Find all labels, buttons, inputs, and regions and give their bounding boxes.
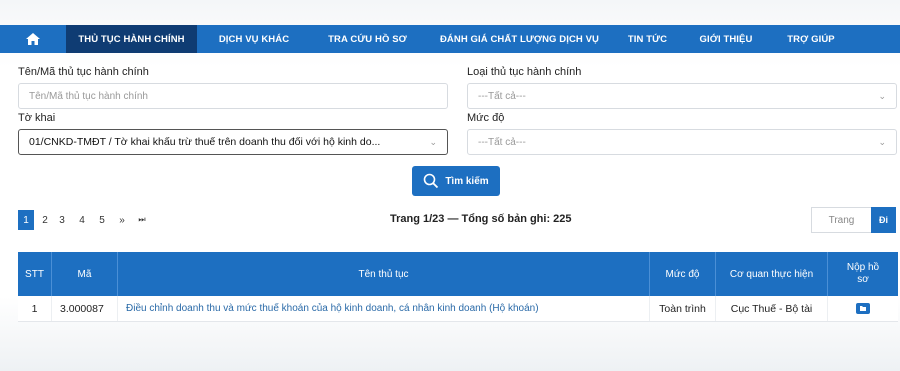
procedure-type-value: ---Tất cả--- [478, 90, 526, 102]
home-button[interactable] [0, 25, 66, 53]
nav-item-administrative-procedures[interactable]: THỦ TỤC HÀNH CHÍNH [66, 25, 197, 53]
nav-item-help[interactable]: TRỢ GIÚP [772, 25, 850, 53]
page-3[interactable]: 3 [52, 210, 72, 230]
table-header: STT Mã Tên thủ tục Mức độ Cơ quan thực h… [18, 252, 898, 296]
header-name: Tên thủ tục [118, 252, 650, 296]
pagination: 1 2 3 4 5 » ⏭ [18, 210, 152, 230]
nav-item-other-services[interactable]: DỊCH VỤ KHÁC [197, 25, 311, 53]
header-submit: Nộp hồ sơ [846, 261, 880, 286]
procedure-name-label: Tên/Mã thủ tục hành chính [18, 66, 149, 78]
procedure-type-select[interactable]: ---Tất cả--- ⌄ [467, 83, 897, 109]
header-stt: STT [18, 252, 52, 296]
chevron-down-icon: ⌄ [878, 90, 886, 101]
level-value: ---Tất cả--- [478, 136, 526, 148]
page-1[interactable]: 1 [18, 210, 34, 230]
top-navigation: THỦ TỤC HÀNH CHÍNH DỊCH VỤ KHÁC TRA CỨU … [0, 25, 900, 53]
row-procedure-link[interactable]: Điều chỉnh doanh thu và mức thuế khoán c… [118, 296, 650, 321]
chevron-down-icon: ⌄ [878, 136, 886, 147]
record-summary: Trang 1/23 — Tổng số bản ghi: 225 [390, 213, 572, 225]
nav-item-service-quality[interactable]: ĐÁNH GIÁ CHẤT LƯỢNG DỊCH VỤ [424, 25, 615, 53]
chevron-down-icon: ⌄ [429, 136, 437, 147]
level-label: Mức độ [467, 112, 505, 124]
header-agency: Cơ quan thực hiện [716, 252, 828, 296]
goto-page: Trang Đi [811, 207, 896, 233]
goto-page-input[interactable]: Trang [811, 207, 871, 233]
declaration-label: Tờ khai [18, 112, 56, 124]
page-4[interactable]: 4 [72, 210, 92, 230]
nav-item-lookup-records[interactable]: TRA CỨU HỒ SƠ [311, 25, 424, 53]
declaration-value: 01/CNKD-TMĐT / Tờ khai khấu trừ thuế trê… [29, 136, 381, 148]
search-icon [424, 173, 439, 189]
page-2[interactable]: 2 [38, 210, 52, 230]
next-page-button[interactable]: » [112, 210, 132, 230]
search-button[interactable]: Tìm kiếm [412, 166, 500, 196]
header-code: Mã [52, 252, 118, 296]
row-submit-button[interactable] [828, 296, 898, 321]
declaration-select[interactable]: 01/CNKD-TMĐT / Tờ khai khấu trừ thuế trê… [18, 129, 448, 155]
nav-item-about[interactable]: GIỚI THIỆU [680, 25, 772, 53]
row-stt: 1 [18, 296, 52, 321]
procedure-type-label: Loại thủ tục hành chính [467, 66, 582, 78]
nav-item-news[interactable]: TIN TỨC [615, 25, 680, 53]
table-row: 1 3.000087 Điều chỉnh doanh thu và mức t… [18, 296, 898, 322]
goto-page-button[interactable]: Đi [871, 207, 896, 233]
row-level: Toàn trình [650, 296, 716, 321]
search-button-label: Tìm kiếm [445, 175, 489, 187]
procedures-table: STT Mã Tên thủ tục Mức độ Cơ quan thực h… [18, 252, 898, 322]
row-code: 3.000087 [52, 296, 118, 321]
header-level: Mức độ [650, 252, 716, 296]
submit-file-icon [856, 303, 870, 314]
procedure-name-input[interactable]: Tên/Mã thủ tục hành chính [18, 83, 448, 109]
last-page-button[interactable]: ⏭ [132, 210, 152, 230]
row-agency: Cục Thuế - Bộ tài [716, 296, 828, 321]
level-select[interactable]: ---Tất cả--- ⌄ [467, 129, 897, 155]
home-icon [26, 33, 40, 45]
page-5[interactable]: 5 [92, 210, 112, 230]
procedure-name-placeholder: Tên/Mã thủ tục hành chính [29, 90, 148, 102]
